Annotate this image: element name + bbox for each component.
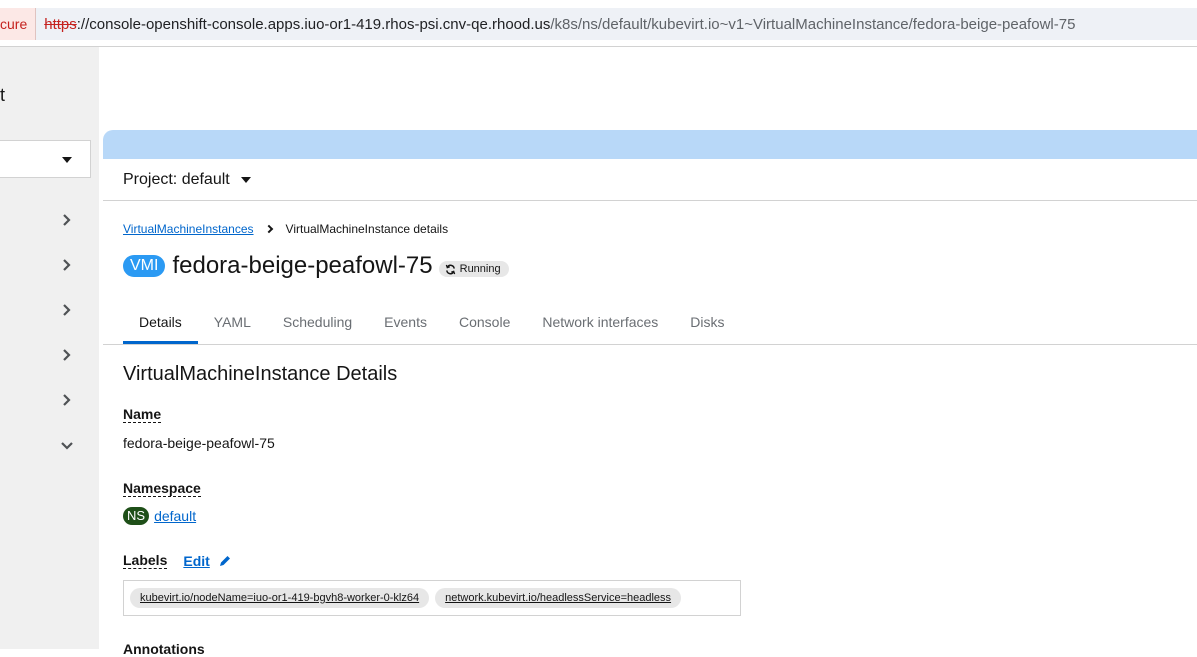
tab-events[interactable]: Events bbox=[368, 304, 443, 344]
namespace-link[interactable]: default bbox=[154, 508, 196, 524]
tabs-divider bbox=[103, 344, 1197, 345]
project-bar: Project: default bbox=[103, 159, 1197, 201]
label-chip[interactable]: kubevirt.io/nodeName=iuo-or1-419-bgvh8-w… bbox=[130, 588, 430, 608]
browser-url-bar: cure https://console-openshift-console.ap… bbox=[0, 0, 1197, 47]
resource-name: fedora-beige-peafowl-75 bbox=[172, 252, 433, 279]
perspective-title: t bbox=[0, 85, 6, 105]
sync-icon bbox=[445, 264, 455, 274]
url-path: /k8s/ns/default/kubevirt.io~v1~VirtualMa… bbox=[550, 16, 1076, 33]
not-secure-indicator[interactable]: cure bbox=[0, 8, 37, 40]
resource-tabs: Details YAML Scheduling Events Console N… bbox=[123, 304, 741, 344]
tab-console[interactable]: Console bbox=[443, 304, 526, 344]
cluster-banner bbox=[103, 130, 1197, 159]
namespace-value: NS default bbox=[123, 507, 196, 525]
chevron-right-icon bbox=[63, 394, 71, 406]
labels-header: Labels Edit bbox=[123, 552, 232, 569]
tab-scheduling[interactable]: Scheduling bbox=[267, 304, 368, 344]
name-value: fedora-beige-peafowl-75 bbox=[123, 435, 275, 451]
caret-down-icon bbox=[62, 157, 72, 163]
angle-right-icon bbox=[264, 224, 273, 234]
namespace-resource-badge: NS bbox=[123, 507, 150, 525]
breadcrumb-current: VirtualMachineInstance details bbox=[285, 222, 449, 236]
left-nav-sidebar: t bbox=[0, 47, 99, 649]
tab-disks[interactable]: Disks bbox=[674, 304, 740, 344]
nav-section-3[interactable] bbox=[60, 303, 74, 317]
section-title: VirtualMachineInstance Details bbox=[123, 363, 398, 385]
edit-labels-button[interactable]: Edit bbox=[183, 553, 231, 569]
tab-yaml[interactable]: YAML bbox=[198, 304, 267, 344]
url-host: ://console-openshift-console.apps.iuo-or… bbox=[76, 16, 551, 33]
tab-network-interfaces[interactable]: Network interfaces bbox=[526, 304, 674, 344]
annotations-label[interactable]: Annotations bbox=[123, 641, 205, 657]
status-text: Running bbox=[459, 263, 501, 275]
nav-section-5[interactable] bbox=[60, 393, 74, 407]
vmi-resource-badge: VMI bbox=[123, 255, 166, 277]
labels-list: kubevirt.io/nodeName=iuo-or1-419-bgvh8-w… bbox=[123, 580, 741, 616]
nav-section-2[interactable] bbox=[60, 258, 74, 272]
edit-labels-text: Edit bbox=[183, 552, 210, 569]
url-scheme: https bbox=[44, 16, 77, 33]
name-label[interactable]: Name bbox=[123, 406, 162, 423]
chevron-right-icon bbox=[63, 304, 71, 316]
project-selector[interactable]: Project: default bbox=[123, 171, 252, 189]
main-content: Project: default VirtualMachineInstances… bbox=[103, 130, 1197, 657]
url-field[interactable]: cure https://console-openshift-console.ap… bbox=[0, 8, 1197, 40]
project-selector-label: Project: default bbox=[123, 171, 230, 188]
nav-section-6-expanded[interactable] bbox=[60, 439, 74, 453]
perspective-switcher[interactable] bbox=[0, 140, 91, 178]
chevron-right-icon bbox=[63, 214, 71, 226]
page-title: VMI fedora-beige-peafowl-75 Running bbox=[123, 252, 509, 280]
tab-details[interactable]: Details bbox=[123, 304, 198, 344]
caret-down-icon bbox=[240, 177, 251, 183]
label-chip[interactable]: network.kubevirt.io/headlessService=head… bbox=[435, 588, 682, 608]
breadcrumb: VirtualMachineInstances VirtualMachineIn… bbox=[123, 222, 448, 236]
status-badge: Running bbox=[438, 261, 509, 277]
labels-label[interactable]: Labels bbox=[123, 552, 168, 569]
namespace-label[interactable]: Namespace bbox=[123, 480, 201, 497]
breadcrumb-vmis-link[interactable]: VirtualMachineInstances bbox=[123, 222, 254, 236]
pencil-icon bbox=[219, 555, 230, 566]
nav-section-4[interactable] bbox=[60, 348, 74, 362]
chevron-down-icon bbox=[61, 442, 73, 450]
chevron-right-icon bbox=[63, 349, 71, 361]
chevron-right-icon bbox=[63, 259, 71, 271]
nav-section-1[interactable] bbox=[60, 213, 74, 227]
